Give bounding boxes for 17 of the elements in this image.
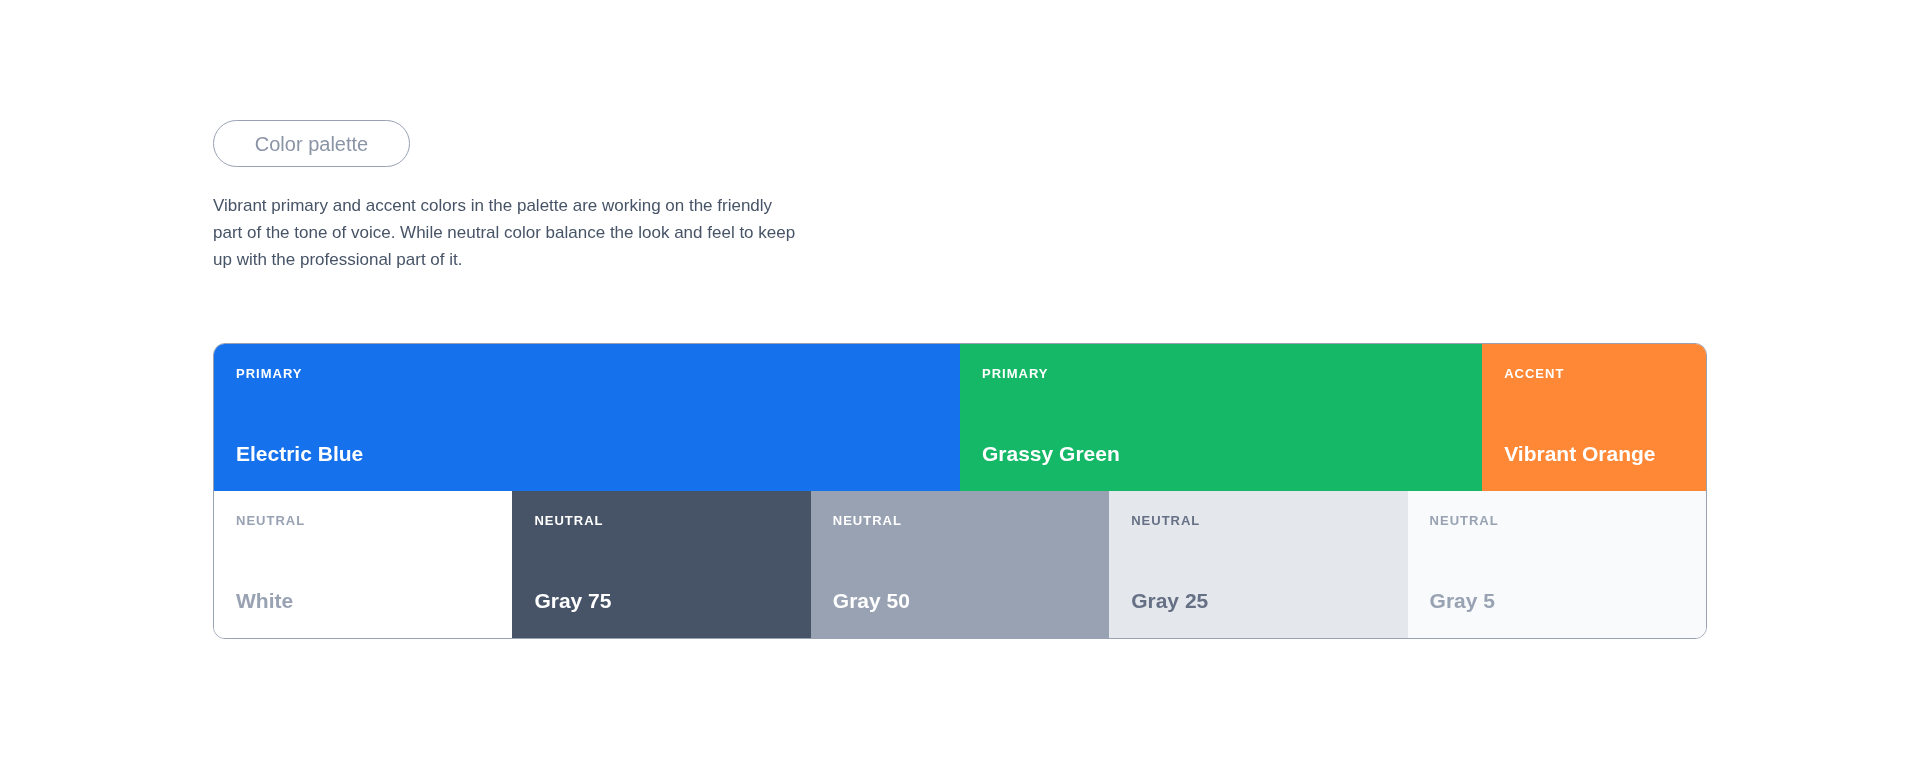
swatch-category: ACCENT (1504, 365, 1566, 383)
swatch-category: PRIMARY (236, 365, 304, 383)
swatch-name: Gray 25 (1131, 587, 1210, 614)
swatch-category: NEUTRAL (832, 512, 903, 530)
swatch-name: Vibrant Orange (1504, 440, 1657, 467)
swatch-category: PRIMARY (982, 365, 1050, 383)
swatch-name: Grassy Green (982, 440, 1121, 467)
swatch-category: NEUTRAL (1131, 512, 1202, 530)
swatch-category: NEUTRAL (236, 512, 307, 530)
swatch-name: Electric Blue (236, 440, 365, 467)
swatch-name: Gray 5 (1429, 587, 1496, 614)
swatch-name: Gray 75 (534, 587, 613, 614)
swatch-category: NEUTRAL (1429, 512, 1500, 530)
swatch-category: NEUTRAL (534, 512, 605, 530)
description-paragraph: Vibrant primary and accent colors in the palette are working on the friendly part of the tone of voice. While neutral color balance the look and feel to keep up with the professional part of it. (213, 195, 797, 271)
swatch-name: Gray 50 (832, 587, 911, 614)
swatch-name: White (236, 587, 295, 614)
